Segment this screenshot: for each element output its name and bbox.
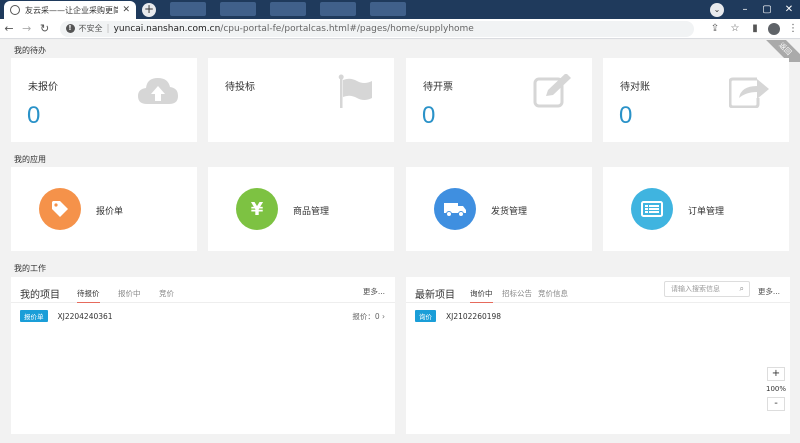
app-label: 发货管理: [491, 207, 528, 217]
type-badge: 询价: [415, 310, 436, 322]
close-window-icon[interactable]: ✕: [778, 4, 800, 15]
quote-count[interactable]: 报价：0 ›: [352, 311, 385, 322]
app-orders[interactable]: 订单管理: [603, 167, 789, 251]
tab-quoting[interactable]: 报价中: [118, 288, 141, 299]
project-code[interactable]: XJ2102260198: [446, 312, 501, 321]
warning-icon: !: [65, 24, 75, 33]
tab-inquiring[interactable]: 询价中: [470, 288, 493, 303]
more-link[interactable]: 更多...: [363, 286, 385, 297]
todo-label: 待对账: [620, 82, 650, 93]
more-link[interactable]: 更多...: [758, 286, 780, 297]
url-path: /cpu-portal-fe/portalcas.html#/pages/hom…: [220, 23, 474, 34]
share-icon: [729, 77, 769, 108]
zoom-level: 100%: [765, 385, 786, 393]
todo-card-invoice[interactable]: 待开票 0: [406, 58, 592, 142]
search-input[interactable]: 请输入搜索信息 ⌕: [664, 281, 750, 297]
app-products[interactable]: ¥ 商品管理: [208, 167, 394, 251]
panel-header: 最新项目 询价中 招标公告 竞价信息 请输入搜索信息 ⌕ 更多...: [406, 277, 790, 303]
flag-icon: [338, 74, 372, 108]
tab-tender-notice[interactable]: 招标公告: [502, 288, 532, 299]
type-badge: 报价单: [20, 310, 48, 322]
maximize-icon[interactable]: ▢: [756, 4, 778, 15]
app-label: 订单管理: [688, 207, 725, 217]
search-icon[interactable]: ⌕: [740, 282, 744, 296]
my-projects-panel: 我的项目 待报价 报价中 竞价 更多... 报价单 XJ2204240361 报…: [11, 277, 395, 434]
table-row[interactable]: 报价单 XJ2204240361 报价：0 ›: [20, 310, 385, 322]
todo-count: 0: [27, 102, 41, 129]
bookmark-star-icon[interactable]: ☆: [728, 23, 742, 34]
sidebar-icon[interactable]: ▮: [748, 23, 762, 34]
share-page-icon[interactable]: ⇪: [708, 23, 722, 34]
todo-label: 未报价: [28, 82, 58, 93]
zoom-out-button[interactable]: -: [767, 397, 785, 411]
zoom-in-button[interactable]: +: [767, 367, 785, 381]
insecure-label: 不安全: [78, 24, 103, 33]
back-icon[interactable]: ←: [0, 22, 18, 35]
tab-pending-quote[interactable]: 待报价: [77, 288, 100, 303]
order-list-icon: [631, 188, 673, 230]
section-apps-title: 我的应用: [14, 155, 46, 164]
edit-icon: [533, 74, 571, 108]
browser-toolbar: ⇪ ☆ ▮ ⋮: [708, 22, 800, 35]
app-label: 报价单: [96, 207, 124, 217]
todo-count: 0: [619, 102, 633, 129]
todo-card-reconcile[interactable]: 待对账 0: [603, 58, 789, 142]
url-field[interactable]: ! 不安全 | yuncai.nanshan.com.cn/cpu-portal…: [59, 20, 694, 37]
panel-title: 我的项目: [20, 290, 60, 301]
tag-icon: [39, 188, 81, 230]
table-row[interactable]: 询价 XJ2102260198: [415, 310, 780, 322]
section-todo-title: 我的待办: [14, 46, 46, 55]
todo-card-bid[interactable]: 待投标: [208, 58, 394, 142]
url-text: yuncai.nanshan.com.cn/cpu-portal-fe/port…: [114, 24, 474, 34]
panel-header: 我的项目 待报价 报价中 竞价 更多...: [11, 277, 395, 303]
url-host: yuncai.nanshan.com.cn: [113, 23, 221, 34]
app-quote[interactable]: 报价单: [11, 167, 197, 251]
tab-bidding[interactable]: 竞价: [159, 288, 174, 299]
todo-count: 0: [422, 102, 436, 129]
todo-card-unquoted[interactable]: 未报价 0: [11, 58, 197, 142]
latest-projects-panel: 最新项目 询价中 招标公告 竞价信息 请输入搜索信息 ⌕ 更多... 询价 XJ…: [406, 277, 790, 434]
app-shipping[interactable]: 发货管理: [406, 167, 592, 251]
globe-icon: [10, 5, 20, 15]
cloud-upload-icon: [138, 78, 178, 104]
search-placeholder: 请输入搜索信息: [671, 285, 720, 293]
zoom-control: + 100% -: [762, 367, 790, 411]
section-work-title: 我的工作: [14, 264, 46, 273]
panel-title: 最新项目: [415, 290, 455, 301]
reload-icon[interactable]: ↻: [36, 22, 54, 35]
yen-icon: ¥: [236, 188, 278, 230]
tab-bid-info[interactable]: 竞价信息: [538, 288, 568, 299]
profile-avatar[interactable]: [768, 22, 780, 35]
forward-icon[interactable]: →: [18, 22, 36, 35]
browser-tab[interactable]: 友云采——让企业采购更简单 ✕: [4, 1, 136, 19]
address-bar: ← → ↻ ! 不安全 | yuncai.nanshan.com.cn/cpu-…: [0, 19, 800, 39]
page: 返回 我的待办 未报价 0 待投标 待开票 0 待对账 0 我的应用 报价单 ¥…: [0, 40, 800, 443]
todo-label: 待开票: [423, 82, 453, 93]
tab-close-icon[interactable]: ✕: [122, 5, 130, 15]
tab-search-icon[interactable]: ⌄: [710, 2, 724, 17]
minimize-icon[interactable]: –: [734, 4, 756, 15]
todo-label: 待投标: [225, 82, 255, 93]
background-thumbnails: [170, 2, 600, 18]
menu-dots-icon[interactable]: ⋮: [786, 23, 800, 34]
tab-title: 友云采——让企业采购更简单: [25, 5, 119, 15]
truck-icon: [434, 188, 476, 230]
browser-tab-bar: 友云采——让企业采购更简单 ✕ + ⌄ – ▢ ✕: [0, 0, 800, 19]
new-tab-button[interactable]: +: [142, 3, 156, 17]
app-label: 商品管理: [293, 207, 330, 217]
window-controls: ⌄ – ▢ ✕: [710, 0, 800, 19]
project-code[interactable]: XJ2204240361: [58, 312, 113, 321]
